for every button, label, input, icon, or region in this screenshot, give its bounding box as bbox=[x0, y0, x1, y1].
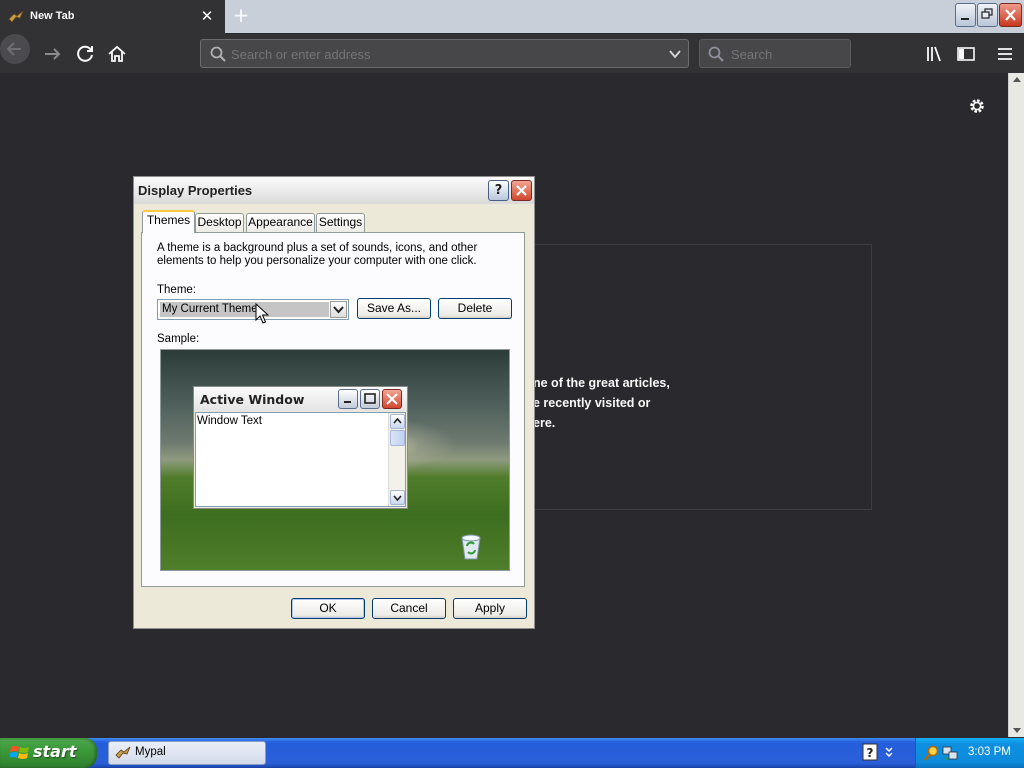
search-icon bbox=[708, 46, 724, 62]
taskbar-item-label: Mypal bbox=[135, 746, 166, 758]
system-tray: 3:03 PM bbox=[915, 738, 1024, 768]
chevron-down-icon bbox=[333, 306, 344, 314]
dialog-title-bar[interactable]: Display Properties ? bbox=[134, 177, 534, 204]
save-as-button[interactable]: Save As... bbox=[357, 298, 431, 319]
search-input[interactable] bbox=[731, 44, 841, 64]
windows-logo-icon bbox=[10, 746, 29, 759]
scroll-down-icon[interactable] bbox=[1011, 724, 1023, 736]
themes-tab-panel: A theme is a background plus a set of so… bbox=[141, 232, 525, 587]
help-tray-icon[interactable]: ? bbox=[862, 743, 878, 761]
message-line: e recently visited or bbox=[533, 396, 651, 410]
browser-tab-strip: New Tab ✕ + bbox=[0, 0, 1024, 34]
tab-appearance[interactable]: Appearance bbox=[246, 213, 315, 232]
navigation-toolbar bbox=[0, 34, 1024, 73]
sample-window-title-bar: Active Window bbox=[194, 387, 407, 411]
window-restore-button[interactable] bbox=[977, 3, 998, 27]
recycle-bin-icon bbox=[461, 534, 481, 560]
search-bar[interactable] bbox=[699, 39, 851, 68]
sidebar-icon[interactable] bbox=[953, 41, 979, 67]
scroll-down-icon bbox=[390, 490, 405, 505]
highlights-empty-message: ne of the great articles, e recently vis… bbox=[533, 373, 670, 433]
apply-button[interactable]: Apply bbox=[453, 598, 527, 619]
show-hidden-icons-chevron-icon[interactable] bbox=[884, 746, 894, 760]
dropdown-button[interactable] bbox=[330, 301, 347, 318]
sample-label: Sample: bbox=[157, 333, 200, 345]
sample-window-text: Window Text bbox=[197, 415, 262, 427]
delete-button[interactable]: Delete bbox=[438, 298, 512, 319]
scroll-up-icon[interactable] bbox=[1011, 74, 1023, 86]
minimize-icon bbox=[338, 389, 358, 409]
ok-button[interactable]: OK bbox=[291, 598, 365, 619]
svg-text:?: ? bbox=[867, 746, 874, 760]
tab-settings[interactable]: Settings bbox=[316, 213, 365, 232]
theme-label: Theme: bbox=[157, 284, 196, 296]
message-line: ere. bbox=[533, 416, 556, 430]
highlights-placeholder: ne of the great articles, e recently vis… bbox=[508, 244, 872, 510]
message-line: ne of the great articles, bbox=[533, 376, 670, 390]
scroll-up-icon bbox=[390, 414, 405, 429]
tab-close-icon[interactable]: ✕ bbox=[198, 7, 216, 25]
sample-window-body: Window Text bbox=[195, 412, 406, 507]
start-label: start bbox=[33, 742, 77, 761]
forward-arrow-icon[interactable] bbox=[40, 41, 66, 67]
start-button[interactable]: start bbox=[0, 738, 97, 768]
library-icon[interactable] bbox=[922, 41, 948, 67]
theme-dropdown[interactable]: My Current Theme bbox=[157, 299, 349, 320]
sample-active-window: Active Window Window Text bbox=[193, 386, 408, 509]
hamburger-menu-icon[interactable] bbox=[992, 41, 1018, 67]
taskbar: start Mypal ? 3:03 PM bbox=[0, 738, 1024, 768]
mouse-cursor-icon bbox=[255, 303, 269, 324]
window-close-button[interactable] bbox=[999, 3, 1022, 27]
mypal-favicon-icon bbox=[8, 10, 24, 23]
sample-window-title: Active Window bbox=[200, 392, 305, 407]
tab-new-tab[interactable]: New Tab ✕ bbox=[0, 0, 225, 34]
close-icon bbox=[382, 389, 402, 409]
window-minimize-button[interactable] bbox=[955, 3, 976, 27]
dialog-title: Display Properties bbox=[138, 183, 253, 198]
search-tray-icon[interactable] bbox=[924, 745, 940, 761]
close-icon bbox=[516, 185, 527, 196]
dialog-close-button[interactable] bbox=[511, 180, 532, 201]
page-scrollbar[interactable] bbox=[1008, 73, 1024, 737]
url-input[interactable] bbox=[231, 44, 651, 64]
tab-desktop[interactable]: Desktop bbox=[195, 213, 244, 232]
help-button[interactable]: ? bbox=[488, 180, 509, 201]
network-tray-icon[interactable] bbox=[942, 745, 958, 761]
display-properties-dialog: Display Properties ? Themes Desktop Appe… bbox=[133, 176, 535, 629]
scroll-thumb bbox=[390, 430, 405, 446]
themes-description: A theme is a background plus a set of so… bbox=[157, 242, 478, 267]
search-icon bbox=[210, 46, 226, 62]
cancel-button[interactable]: Cancel bbox=[372, 598, 446, 619]
theme-dropdown-value: My Current Theme bbox=[160, 302, 329, 317]
maximize-icon bbox=[360, 389, 380, 409]
reload-icon[interactable] bbox=[72, 41, 98, 67]
tab-themes[interactable]: Themes bbox=[142, 210, 195, 233]
back-arrow-icon bbox=[6, 42, 21, 56]
back-button[interactable] bbox=[0, 34, 30, 64]
clock: 3:03 PM bbox=[968, 746, 1011, 758]
mypal-app-icon bbox=[115, 746, 131, 759]
taskbar-item-mypal[interactable]: Mypal bbox=[108, 741, 266, 765]
home-icon[interactable] bbox=[104, 41, 130, 67]
chevron-down-icon[interactable] bbox=[668, 47, 682, 61]
new-tab-button[interactable]: + bbox=[230, 5, 252, 27]
address-bar[interactable] bbox=[200, 39, 689, 68]
sample-scrollbar bbox=[388, 413, 405, 506]
gear-icon[interactable] bbox=[966, 95, 988, 117]
tab-title: New Tab bbox=[30, 10, 75, 22]
theme-sample-preview: Active Window Window Text bbox=[160, 349, 510, 571]
